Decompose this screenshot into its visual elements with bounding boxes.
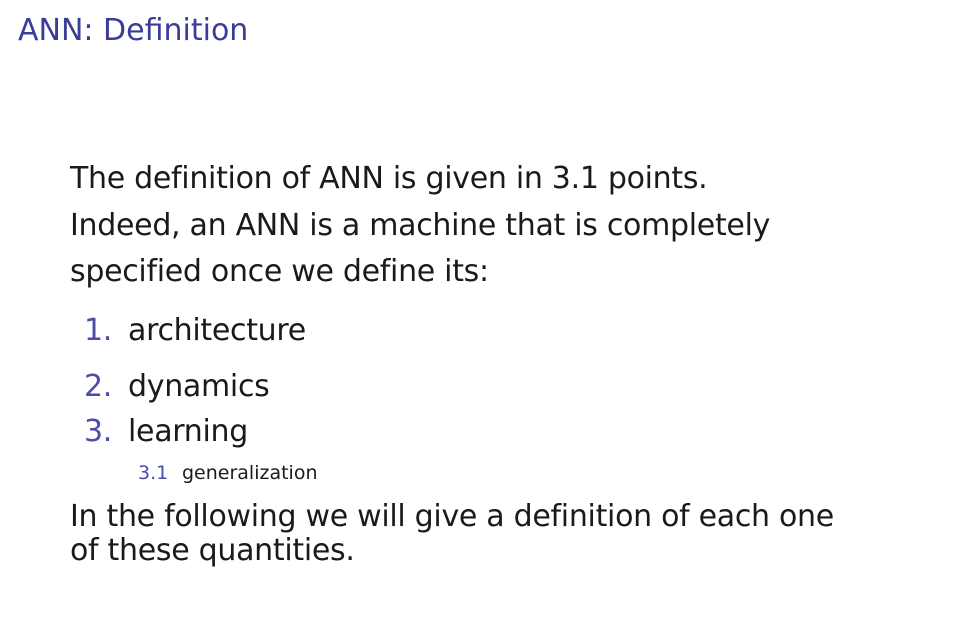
item-number: 3. [84, 414, 113, 449]
slide-title: ANN: Definition [18, 13, 249, 48]
item-label: learning [128, 414, 248, 449]
subitem-label: generalization [182, 462, 318, 484]
list-item: 3. learning [84, 417, 248, 447]
closing-line-2: of these quantities. [70, 533, 355, 568]
subitem-number: 3.1 [138, 462, 169, 484]
list-item: 2. dynamics [84, 369, 270, 404]
item-label: architecture [128, 313, 306, 348]
intro-line-3: specified once we define its: [70, 254, 489, 289]
list-item: 1. architecture [84, 316, 306, 346]
item-number: 1. [84, 313, 113, 348]
item-number: 2. [84, 369, 113, 404]
intro-line-1: The definition of ANN is given in 3.1 po… [70, 161, 708, 196]
sub-list-item: 3.1 generalization [138, 464, 318, 483]
closing-line-1: In the following we will give a definiti… [70, 499, 834, 534]
item-label: dynamics [128, 369, 270, 404]
intro-line-2: Indeed, an ANN is a machine that is comp… [70, 208, 771, 243]
